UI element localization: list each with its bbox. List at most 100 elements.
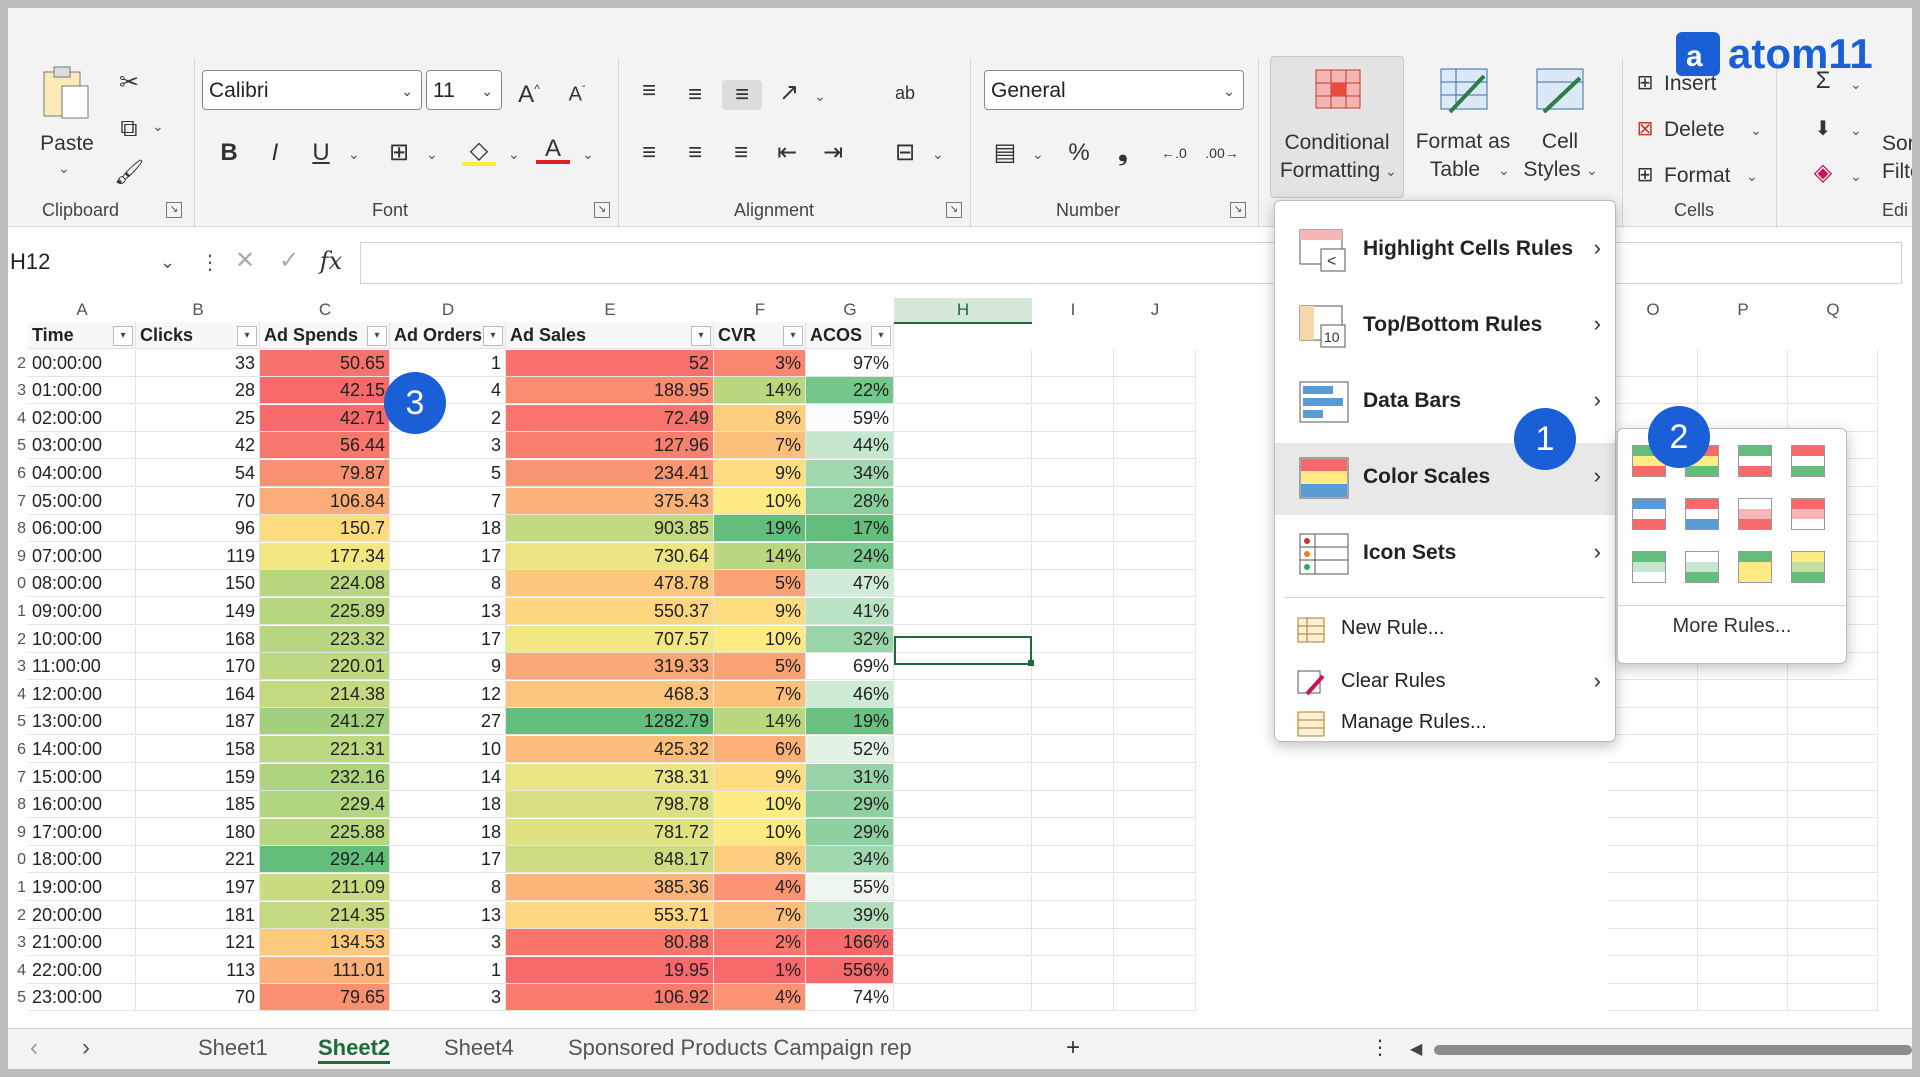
table-cell[interactable]: 19:00:00 <box>28 874 136 901</box>
table-cell[interactable]: 229.4 <box>260 791 390 819</box>
empty-cell[interactable] <box>1114 460 1196 487</box>
fill-handle[interactable] <box>1028 660 1034 666</box>
empty-cell[interactable] <box>894 570 1032 598</box>
format-cells-icon[interactable]: ⊞ <box>1628 160 1662 190</box>
row-number[interactable]: 6 <box>8 736 26 763</box>
table-cell[interactable]: 18 <box>390 515 506 543</box>
table-cell[interactable]: 97% <box>806 349 894 377</box>
table-cell[interactable]: 127.96 <box>506 432 714 460</box>
empty-cell[interactable] <box>1698 708 1788 736</box>
align-bottom-icon[interactable]: ≡ <box>722 80 762 110</box>
table-cell[interactable]: 707.57 <box>506 625 714 653</box>
table-cell[interactable]: 223.32 <box>260 625 390 653</box>
empty-cell[interactable] <box>1788 818 1878 846</box>
row-number[interactable]: 3 <box>8 653 26 680</box>
table-cell[interactable]: 214.35 <box>260 901 390 929</box>
borders-icon[interactable]: ⊞ <box>384 138 414 168</box>
empty-cell[interactable] <box>1032 763 1114 791</box>
table-cell[interactable]: 27 <box>390 708 506 736</box>
table-cell[interactable]: 385.36 <box>506 874 714 901</box>
increase-indent-icon[interactable]: ⇥ <box>818 138 848 168</box>
empty-cell[interactable] <box>1788 377 1878 405</box>
empty-cell[interactable] <box>1788 763 1878 791</box>
table-cell[interactable]: 220.01 <box>260 653 390 681</box>
chevron-down-icon[interactable]: ⌄ <box>1850 122 1862 139</box>
empty-cell[interactable] <box>894 542 1032 570</box>
number-format-select[interactable]: General ⌄ <box>984 70 1244 110</box>
empty-cell[interactable] <box>1114 432 1196 460</box>
color-scale-option[interactable] <box>1738 498 1772 530</box>
column-header[interactable]: J <box>1114 298 1196 322</box>
table-cell[interactable]: 17:00:00 <box>28 818 136 846</box>
table-cell[interactable]: 17 <box>390 625 506 653</box>
copy-icon[interactable]: ⧉ <box>114 114 144 144</box>
table-cell[interactable]: 214.38 <box>260 680 390 708</box>
empty-cell[interactable] <box>1698 984 1788 1012</box>
table-cell[interactable]: 19.95 <box>506 956 714 984</box>
table-cell[interactable]: 113 <box>136 956 260 984</box>
more-options-icon[interactable]: ⋮ <box>200 250 220 275</box>
empty-cell[interactable] <box>894 846 1032 874</box>
empty-cell[interactable] <box>1032 874 1114 901</box>
empty-cell[interactable] <box>1114 901 1196 929</box>
align-top-icon[interactable]: ≡ <box>634 76 664 106</box>
table-cell[interactable]: 16:00:00 <box>28 791 136 819</box>
empty-cell[interactable] <box>1114 653 1196 681</box>
next-sheet-icon[interactable]: › <box>74 1033 98 1063</box>
chevron-down-icon[interactable]: ⌄ <box>1750 122 1762 139</box>
table-cell[interactable]: 42.15 <box>260 377 390 405</box>
dialog-launcher-icon[interactable]: ↘ <box>946 202 962 218</box>
table-cell[interactable]: 1% <box>714 956 806 984</box>
empty-cell[interactable] <box>1032 818 1114 846</box>
empty-cell[interactable] <box>894 791 1032 819</box>
table-cell[interactable]: 781.72 <box>506 818 714 846</box>
row-number[interactable]: 6 <box>8 460 26 487</box>
empty-cell[interactable] <box>1114 598 1196 625</box>
empty-cell[interactable] <box>1032 515 1114 543</box>
table-cell[interactable]: 25 <box>136 404 260 432</box>
table-cell[interactable]: 106.84 <box>260 487 390 515</box>
empty-cell[interactable] <box>1114 377 1196 405</box>
add-sheet-icon[interactable]: + <box>1058 1033 1088 1063</box>
table-cell[interactable]: 55% <box>806 874 894 901</box>
menu-item-clear-rules[interactable]: Clear Rules › <box>1275 658 1615 708</box>
table-cell[interactable]: 5 <box>390 460 506 487</box>
table-cell[interactable]: 5% <box>714 570 806 598</box>
dialog-launcher-icon[interactable]: ↘ <box>1230 202 1246 218</box>
empty-cell[interactable] <box>1032 984 1114 1012</box>
empty-cell[interactable] <box>1788 984 1878 1012</box>
table-cell[interactable]: 31% <box>806 763 894 791</box>
empty-cell[interactable] <box>1608 956 1698 984</box>
row-number[interactable]: 2 <box>8 902 26 929</box>
table-cell[interactable]: 96 <box>136 515 260 543</box>
empty-cell[interactable] <box>894 432 1032 460</box>
empty-cell[interactable] <box>1114 542 1196 570</box>
row-number[interactable]: 4 <box>8 957 26 984</box>
table-cell[interactable]: 19% <box>806 708 894 736</box>
header-cell[interactable]: Ad Spends ▾ <box>260 322 390 349</box>
empty-cell[interactable] <box>1114 956 1196 984</box>
row-number[interactable]: 2 <box>8 626 26 653</box>
empty-cell[interactable] <box>894 984 1032 1012</box>
empty-cell[interactable] <box>1114 929 1196 957</box>
table-cell[interactable]: 798.78 <box>506 791 714 819</box>
chevron-down-icon[interactable]: ⌄ <box>1746 168 1758 185</box>
table-cell[interactable]: 79.87 <box>260 460 390 487</box>
table-cell[interactable]: 50.65 <box>260 349 390 377</box>
empty-cell[interactable] <box>1608 984 1698 1012</box>
table-cell[interactable]: 10% <box>714 791 806 819</box>
table-cell[interactable]: 150.7 <box>260 515 390 543</box>
empty-cell[interactable] <box>1114 763 1196 791</box>
filter-dropdown-icon[interactable]: ▾ <box>871 326 891 346</box>
table-cell[interactable]: 24% <box>806 542 894 570</box>
table-cell[interactable]: 54 <box>136 460 260 487</box>
table-cell[interactable]: 18 <box>390 818 506 846</box>
table-cell[interactable]: 04:00:00 <box>28 460 136 487</box>
color-scale-option[interactable] <box>1738 445 1772 477</box>
empty-cell[interactable] <box>894 598 1032 625</box>
table-cell[interactable]: 188.95 <box>506 377 714 405</box>
sheet-tab-1[interactable]: Sheet1 <box>198 1035 268 1061</box>
filter-dropdown-icon[interactable]: ▾ <box>237 326 257 346</box>
table-cell[interactable]: 221 <box>136 846 260 874</box>
column-header[interactable]: F <box>714 298 806 322</box>
